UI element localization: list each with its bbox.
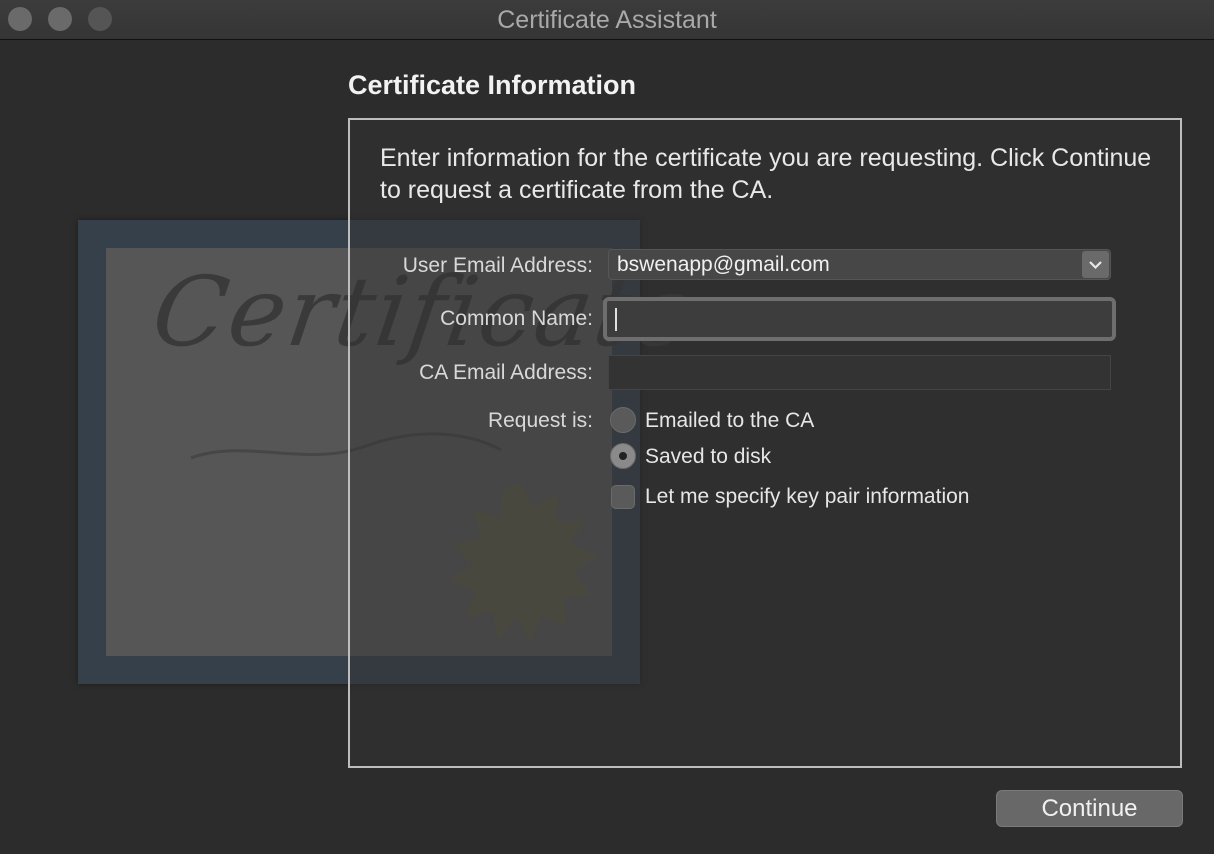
ca-email-label: CA Email Address: [419, 361, 593, 384]
intro-text: Enter information for the certificate yo… [380, 144, 1152, 204]
common-name-field[interactable] [603, 297, 1116, 341]
ca-email-field[interactable] [608, 355, 1111, 390]
form-panel [348, 118, 1182, 768]
user-email-select[interactable]: bswenapp@gmail.com [608, 249, 1111, 280]
user-email-label: User Email Address: [402, 254, 593, 277]
key-pair-label[interactable]: Let me specify key pair information [645, 485, 969, 509]
key-pair-checkbox[interactable] [611, 485, 635, 509]
continue-button[interactable]: Continue [996, 790, 1183, 827]
radio-saved-to-disk[interactable] [610, 443, 636, 469]
user-email-value: bswenapp@gmail.com [617, 253, 830, 276]
radio-saved-label[interactable]: Saved to disk [645, 445, 771, 469]
radio-emailed-to-ca[interactable] [610, 407, 636, 433]
chevron-down-icon[interactable] [1082, 251, 1109, 278]
page-title: Certificate Information [348, 70, 637, 100]
text-caret [615, 308, 617, 331]
request-label: Request is: [487, 409, 593, 432]
common-name-label: Common Name: [440, 307, 593, 330]
title-bar: Certificate Assistant [0, 0, 1214, 40]
radio-emailed-label[interactable]: Emailed to the CA [645, 409, 814, 433]
window-title: Certificate Assistant [497, 6, 717, 34]
